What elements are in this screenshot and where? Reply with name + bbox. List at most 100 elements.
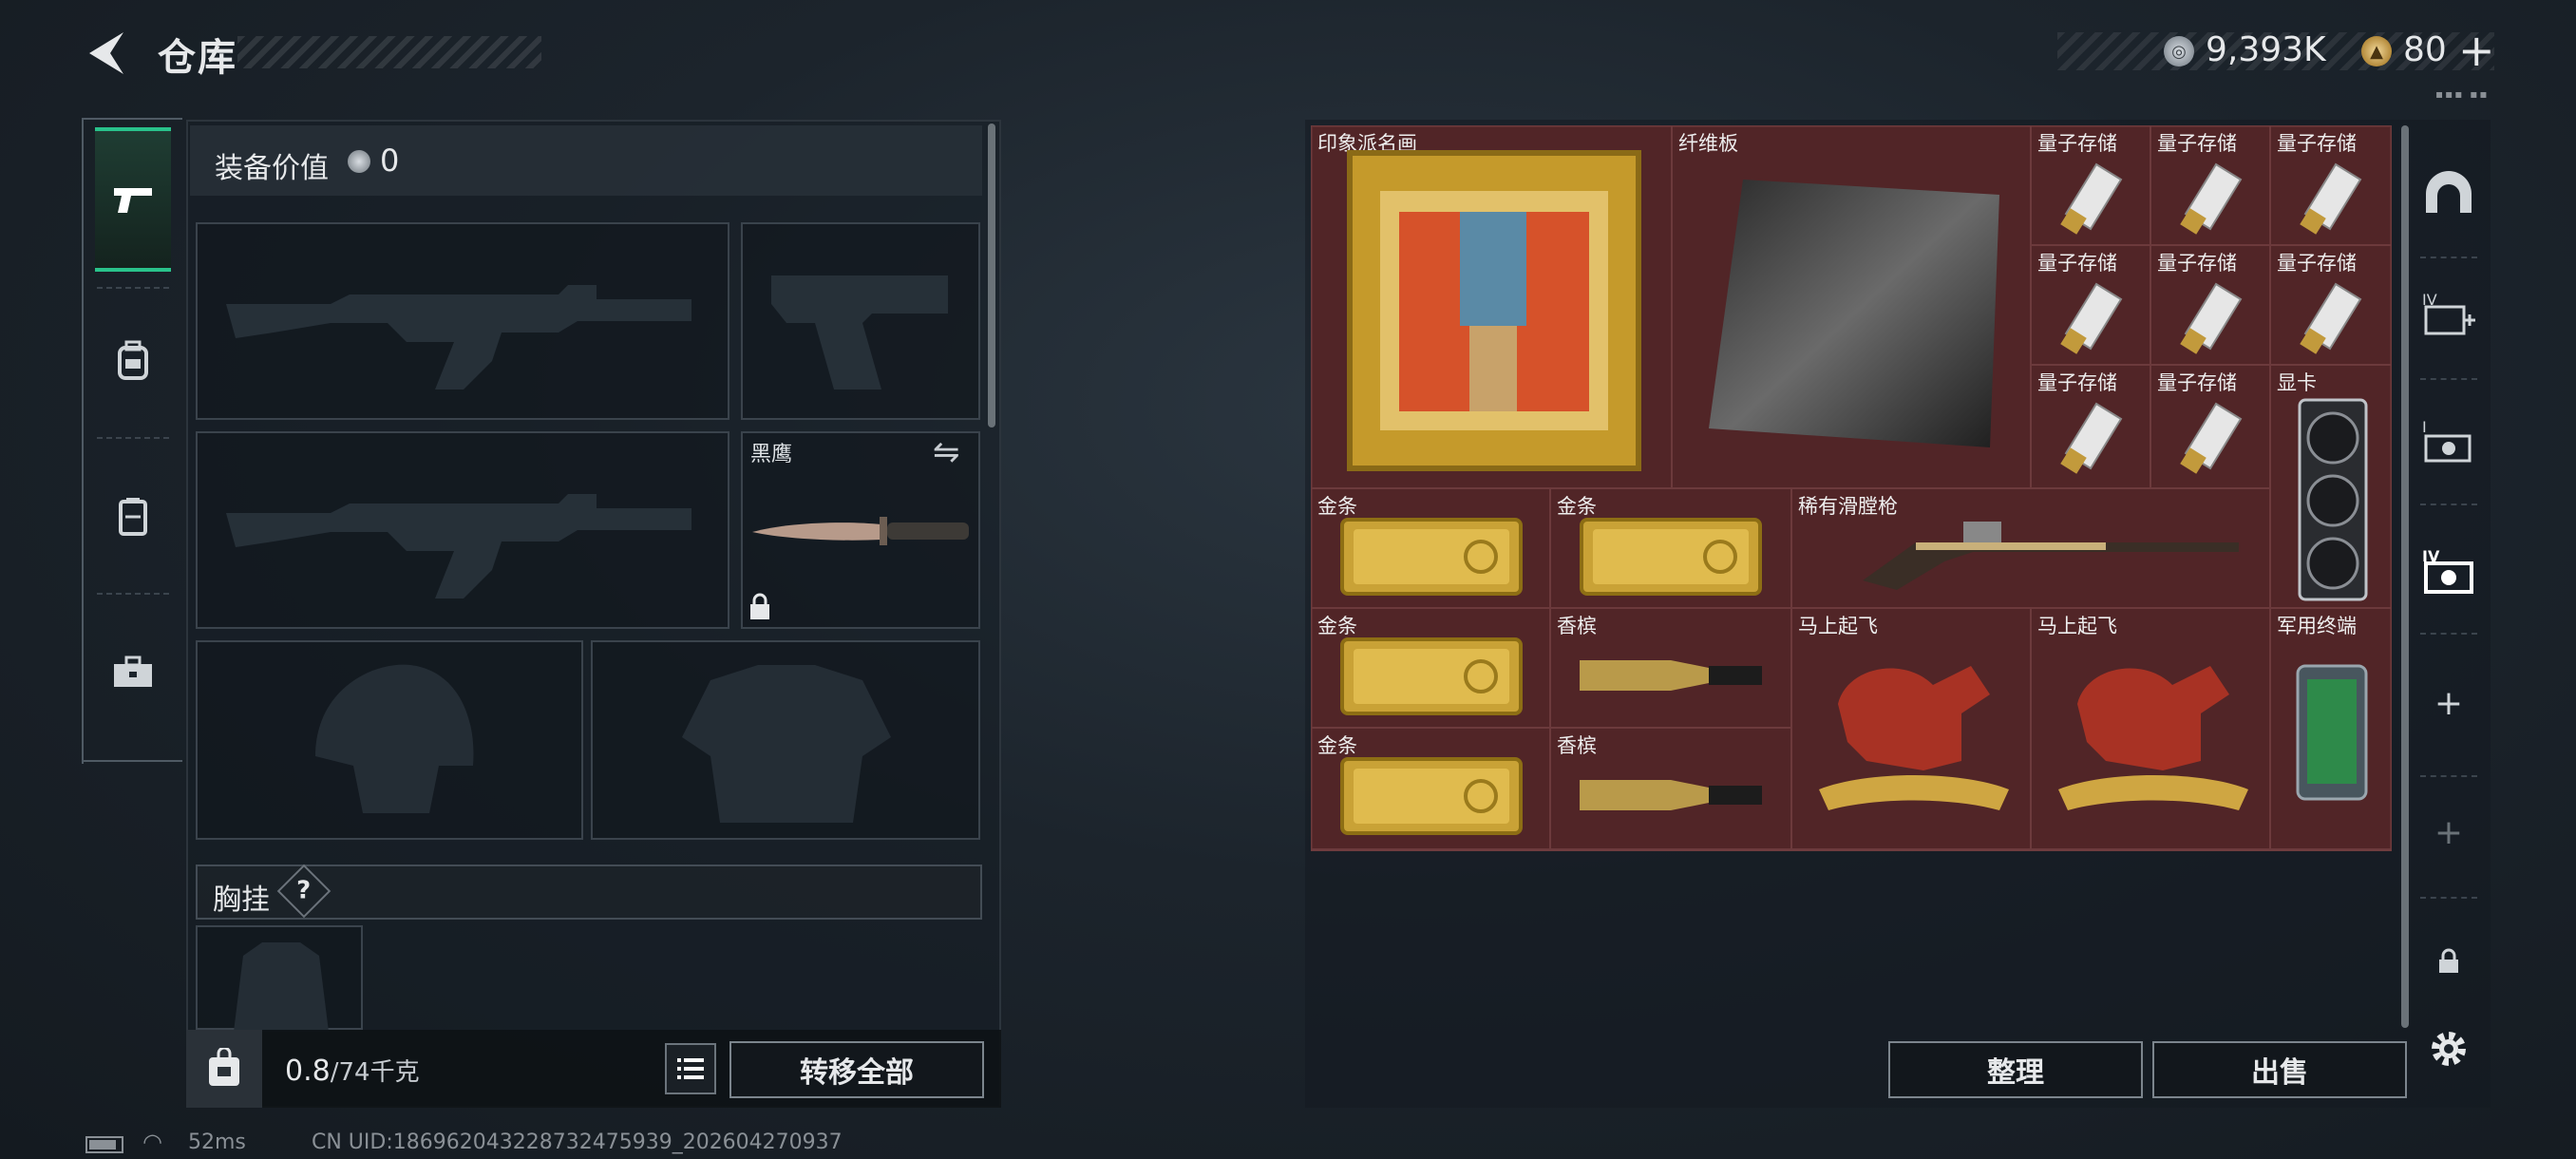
tab-separator (2420, 633, 2477, 635)
list-view-button[interactable] (665, 1043, 716, 1094)
pistol-slot[interactable] (741, 222, 980, 420)
item-quantum-storage[interactable]: 量子存储 (2150, 245, 2270, 365)
item-quantum-storage[interactable]: 量子存储 (2270, 125, 2392, 245)
item-quantum-storage[interactable]: 量子存储 (2150, 365, 2270, 488)
tab-storage-i[interactable]: I (2413, 390, 2485, 492)
helmet-slot[interactable] (196, 640, 583, 840)
item-name: 量子存储 (2037, 132, 2117, 155)
toolbox-icon (114, 656, 152, 687)
tab-separator (2420, 775, 2477, 777)
usb-drive-icon (2300, 282, 2362, 354)
item-name: 量子存储 (2157, 132, 2237, 155)
storage-add-icon: IV (2422, 291, 2475, 335)
backpack-icon (118, 340, 148, 380)
champagne-icon (1580, 660, 1762, 691)
helmet-silhouette-icon (315, 664, 474, 813)
painting-icon (1347, 150, 1641, 471)
usb-drive-icon (2060, 402, 2123, 474)
scrollbar[interactable] (2401, 125, 2409, 1028)
knife-icon (752, 517, 969, 545)
item-name: 香槟 (1557, 734, 1597, 757)
lock-icon (2439, 948, 2458, 973)
item-musket[interactable]: 稀有滑膛枪 (1791, 488, 2270, 608)
settings-gear-icon[interactable] (2413, 998, 2485, 1100)
bag-weight: 0.8/74千克 (285, 1053, 420, 1088)
tab-separator (97, 437, 169, 439)
equipment-value: 0 (380, 142, 400, 179)
tab-separator (2420, 378, 2477, 380)
tab-safe-box[interactable] (2413, 141, 2485, 243)
tab-weapons[interactable] (95, 127, 171, 272)
item-gold-bar[interactable]: 金条 (1550, 488, 1791, 608)
armor-silhouette-icon (682, 665, 891, 823)
tab-storage-iv-add[interactable]: IV (2413, 262, 2485, 365)
item-quantum-storage[interactable]: 量子存储 (2150, 125, 2270, 245)
dome-icon (2426, 171, 2472, 213)
musket-icon (1863, 522, 2239, 590)
item-gpu[interactable]: 显卡 (2270, 365, 2392, 608)
user-uid: CN UID:186962043228732475939_20260427093… (312, 1130, 843, 1154)
list-icon (677, 1058, 704, 1079)
page-title: 仓库 (158, 36, 237, 80)
item-quantum-storage[interactable]: 量子存储 (2031, 125, 2150, 245)
item-horse[interactable]: 马上起飞 (2031, 608, 2270, 849)
item-military-terminal[interactable]: 军用终端 (2270, 608, 2392, 849)
item-fiber-board[interactable]: 纤维板 (1672, 125, 2031, 488)
item-name: 量子存储 (2157, 252, 2237, 275)
rifle-silhouette-icon (226, 494, 691, 598)
item-gold-bar[interactable]: 金条 (1311, 488, 1550, 608)
add-storage-button-disabled[interactable]: + (2413, 781, 2485, 884)
back-arrow-icon[interactable] (82, 28, 129, 78)
gold-bar-icon (1340, 757, 1523, 835)
gold-bar-icon (1580, 518, 1762, 596)
tab-separator (2420, 504, 2477, 505)
tab-separator (2420, 256, 2477, 258)
silver-coin-icon: ◎ (2164, 36, 2194, 66)
item-champagne[interactable]: 香槟 (1550, 728, 1791, 849)
bag-icon (186, 1030, 262, 1108)
tab-separator (97, 593, 169, 595)
item-gold-bar[interactable]: 金条 (1311, 608, 1550, 728)
tabs-bottom-line (84, 760, 182, 762)
horse-statue-icon (1819, 666, 2009, 810)
add-storage-button[interactable]: + (2413, 652, 2485, 754)
storage-tools-icon: I (2422, 418, 2472, 463)
silver-coin-icon (348, 150, 370, 173)
item-quantum-storage[interactable]: 量子存储 (2031, 365, 2150, 488)
usb-drive-icon (2180, 282, 2243, 354)
sort-button[interactable]: 整理 (1888, 1041, 2143, 1098)
primary-weapon-slot[interactable] (196, 222, 729, 420)
item-quantum-storage[interactable]: 量子存储 (2270, 245, 2392, 365)
secondary-weapon-slot[interactable] (196, 431, 729, 629)
item-quantum-storage[interactable]: 量子存储 (2031, 245, 2150, 365)
transfer-all-button[interactable]: 转移全部 (729, 1041, 984, 1098)
item-horse[interactable]: 马上起飞 (1791, 608, 2031, 849)
tab-vest[interactable] (95, 445, 171, 589)
gold-amount: 80 (2403, 30, 2447, 69)
scrollbar[interactable] (988, 124, 995, 428)
sell-button[interactable]: 出售 (2152, 1041, 2407, 1098)
item-gold-bar[interactable]: 金条 (1311, 728, 1550, 849)
gold-bar-icon (1340, 637, 1523, 715)
lock-icon (750, 593, 769, 619)
weight-unit: /74千克 (330, 1058, 420, 1087)
tab-storage-iv[interactable]: IV (2413, 519, 2485, 621)
armor-slot[interactable] (591, 640, 980, 840)
tab-toolbox[interactable] (95, 600, 171, 745)
item-name: 马上起飞 (1798, 615, 1878, 637)
horse-statue-icon (2058, 666, 2248, 810)
ping-value: 52ms (188, 1130, 246, 1154)
item-champagne[interactable]: 香槟 (1550, 608, 1791, 728)
item-name: 量子存储 (2157, 371, 2237, 394)
tab-backpack[interactable] (95, 289, 171, 433)
swap-icon[interactable]: ⇋ (933, 433, 960, 471)
item-name: 军用终端 (2277, 615, 2357, 637)
svg-text:I: I (2422, 418, 2427, 436)
tab-separator (2420, 897, 2477, 899)
terminal-icon (2296, 664, 2368, 801)
item-painting[interactable]: 印象派名画 (1311, 125, 1672, 488)
chest-rig-slot[interactable] (196, 925, 363, 1032)
wifi-icon: ◠ (142, 1129, 162, 1155)
help-label: ? (296, 877, 312, 905)
add-currency-button[interactable]: + (2458, 25, 2495, 76)
